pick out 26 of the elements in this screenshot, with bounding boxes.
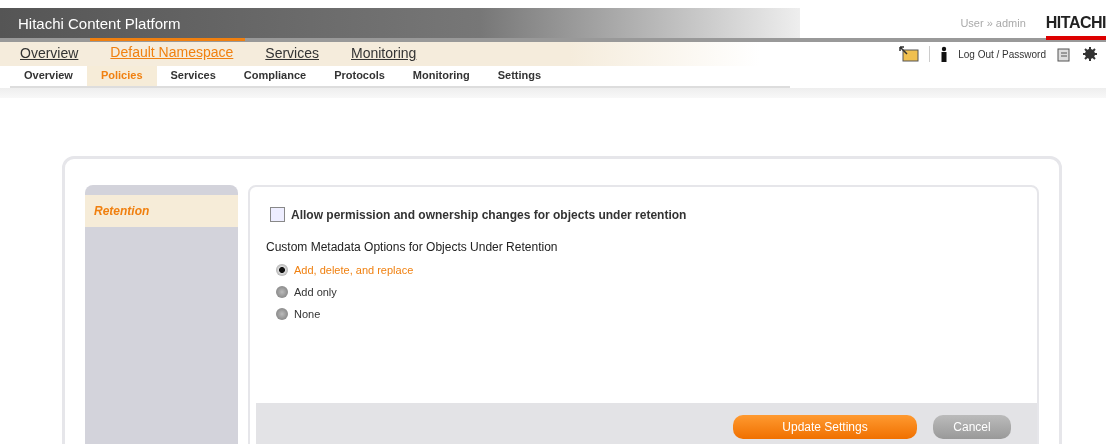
sub-tab[interactable]: Compliance	[229, 66, 321, 86]
main-tab[interactable]: Monitoring	[331, 42, 429, 66]
radio-label: Add, delete, and replace	[294, 264, 414, 276]
radio-button[interactable]	[276, 286, 288, 298]
sub-tab[interactable]: Protocols	[320, 66, 399, 86]
group-label: Custom Metadata Options for Objects Under Retention	[266, 240, 559, 254]
person-icon	[940, 46, 949, 62]
settings-icon[interactable]	[1082, 46, 1098, 62]
sub-tab[interactable]: Overview	[10, 66, 87, 86]
user-label: User » admin	[960, 17, 1026, 29]
main-tab[interactable]: Services	[245, 42, 331, 66]
radio-button[interactable]	[276, 264, 288, 276]
checkbox[interactable]	[270, 207, 285, 222]
logout-link[interactable]: Log Out / Password	[958, 48, 1046, 60]
sub-tab[interactable]: Settings	[483, 66, 556, 86]
radio-label: Add only	[294, 286, 337, 298]
sub-tab[interactable]: Monitoring	[398, 66, 484, 86]
sub-tab[interactable]: Services	[156, 66, 230, 86]
radio-button[interactable]	[276, 308, 288, 320]
app-title: Hitachi Content Platform	[18, 14, 181, 32]
radio-label: None	[294, 308, 321, 320]
window-icon[interactable]	[899, 46, 920, 62]
document-icon[interactable]	[1056, 46, 1072, 62]
main-tab[interactable]: Overview	[0, 42, 91, 66]
checkbox-label: Allow permission and ownership changes for objects under retention	[291, 207, 687, 222]
brand-logo: HITACHI	[1045, 14, 1106, 40]
